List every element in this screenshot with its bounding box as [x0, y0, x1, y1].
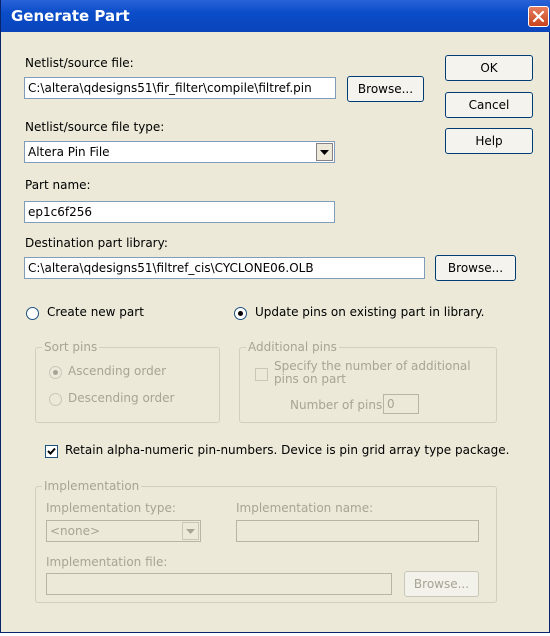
- filetype-label: Netlist/source file type:: [25, 120, 165, 134]
- filetype-select[interactable]: Altera Pin File: [24, 141, 335, 163]
- implementation-group: Implementation Implementation type: <non…: [35, 479, 497, 603]
- close-button[interactable]: [528, 6, 549, 27]
- window-title: Generate Part: [11, 7, 130, 25]
- descending-label: Descending order: [68, 391, 175, 405]
- filetype-value: Altera Pin File: [28, 145, 110, 159]
- implementation-name-label: Implementation name:: [236, 501, 374, 515]
- implementation-type-select[interactable]: <none>: [46, 520, 201, 542]
- retain-pin-numbers-checkbox[interactable]: [45, 445, 58, 458]
- descending-radio[interactable]: [49, 393, 62, 406]
- implementation-type-value: <none>: [50, 524, 101, 538]
- implementation-type-label: Implementation type:: [46, 501, 176, 515]
- number-of-pins-input[interactable]: 0: [383, 394, 419, 414]
- filetype-dropdown-button[interactable]: [316, 143, 333, 161]
- number-of-pins-label: Number of pins:: [290, 398, 387, 412]
- help-button[interactable]: Help: [445, 128, 533, 154]
- update-pins-radio[interactable]: [234, 307, 247, 320]
- sort-pins-title: Sort pins: [42, 340, 100, 354]
- checkmark-icon: [47, 447, 56, 455]
- destlib-label: Destination part library:: [25, 236, 168, 250]
- netlist-label: Netlist/source file:: [25, 56, 134, 70]
- specify-additional-checkbox[interactable]: [255, 368, 268, 381]
- implementation-file-input[interactable]: [46, 573, 392, 595]
- implementation-browse-button[interactable]: Browse...: [404, 571, 479, 597]
- title-bar: Generate Part: [1, 0, 550, 32]
- retain-pin-numbers-label: Retain alpha-numeric pin-numbers. Device…: [65, 443, 510, 457]
- implementation-file-label: Implementation file:: [46, 555, 168, 569]
- partname-input[interactable]: ep1c6f256: [24, 201, 335, 223]
- implementation-title: Implementation: [42, 479, 142, 493]
- create-new-part-radio[interactable]: [26, 307, 39, 320]
- additional-pins-group: Additional pins Specify the number of ad…: [239, 340, 497, 423]
- ascending-label: Ascending order: [68, 364, 167, 378]
- netlist-browse-button[interactable]: Browse...: [347, 76, 424, 102]
- create-new-part-label: Create new part: [47, 305, 144, 319]
- ok-button[interactable]: OK: [445, 55, 533, 81]
- partname-label: Part name:: [25, 178, 91, 192]
- ascending-radio[interactable]: [49, 366, 62, 379]
- destlib-input[interactable]: C:\altera\qdesigns51\filtref_cis\CYCLONE…: [24, 257, 425, 279]
- sort-pins-group: Sort pins Ascending order Descending ord…: [35, 340, 220, 423]
- update-pins-label: Update pins on existing part in library.: [255, 305, 485, 319]
- destlib-browse-button[interactable]: Browse...: [435, 255, 516, 281]
- additional-pins-title: Additional pins: [246, 340, 339, 354]
- specify-additional-label: Specify the number of additional pins on…: [274, 359, 471, 386]
- close-icon: [532, 10, 545, 23]
- cancel-button[interactable]: Cancel: [445, 92, 533, 118]
- chevron-down-icon: [186, 529, 195, 534]
- generate-part-dialog: Generate Part Netlist/source file: C:\al…: [0, 0, 550, 633]
- chevron-down-icon: [320, 150, 329, 155]
- netlist-file-input[interactable]: C:\altera\qdesigns51\fir_filter\compile\…: [24, 77, 336, 99]
- implementation-name-input[interactable]: [236, 520, 479, 542]
- implementation-type-dropdown-button[interactable]: [182, 522, 199, 540]
